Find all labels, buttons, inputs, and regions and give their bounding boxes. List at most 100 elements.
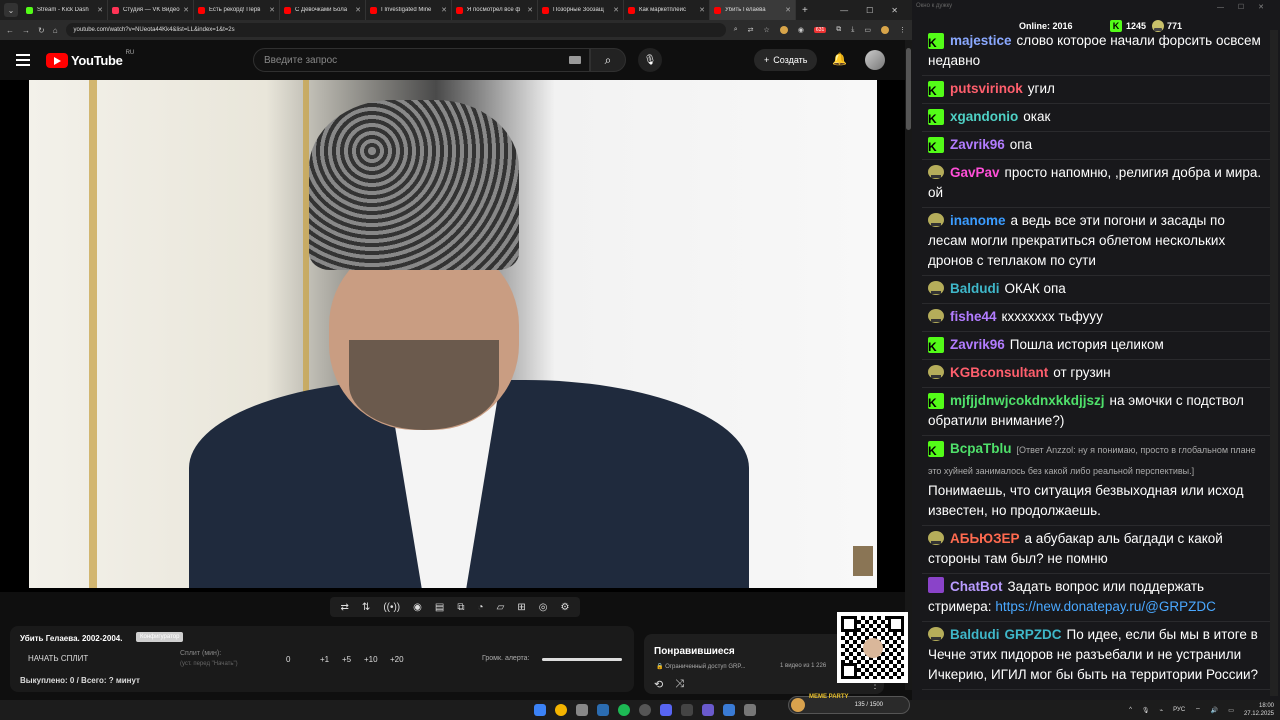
chat-username[interactable]: Baldudi [950, 627, 1000, 642]
chat-username[interactable]: KGBconsultant [950, 365, 1048, 380]
translate-icon[interactable]: ⇄ [748, 26, 754, 34]
chrome-icon[interactable] [555, 704, 567, 716]
speed-gauge-icon[interactable]: ◔ [478, 602, 484, 613]
steam-icon[interactable] [597, 704, 609, 716]
keyboard-icon[interactable] [569, 56, 581, 64]
app-icon[interactable] [744, 704, 756, 716]
video-player[interactable] [0, 80, 905, 592]
split-increment-button[interactable]: +5 [342, 655, 351, 664]
tab-close-icon[interactable]: ✕ [269, 6, 275, 14]
settings-gear-icon[interactable]: ⚙ [560, 602, 569, 613]
page-scrollbar[interactable] [905, 40, 912, 690]
crop-icon[interactable]: ▱ [497, 602, 505, 613]
network-icon[interactable]: ⌁ [1160, 707, 1164, 714]
chat-scrollbar[interactable] [1270, 30, 1278, 696]
eye-icon[interactable]: ◉ [413, 602, 422, 613]
app-icon[interactable] [723, 704, 735, 716]
obs-icon[interactable] [639, 704, 651, 716]
clock[interactable]: 18:00 27.12.2025 [1244, 702, 1274, 718]
loop-icon[interactable]: ⇄ [341, 602, 349, 613]
scrollbar-thumb[interactable] [906, 48, 911, 130]
volume-icon[interactable]: 🔊 [1211, 707, 1218, 714]
browser-tab[interactable]: I Investigated Mine ✕ [366, 0, 452, 20]
microphone-tray-icon[interactable]: 🎙 [1142, 707, 1150, 714]
app-icon[interactable] [681, 704, 693, 716]
extension-icon[interactable]: ◉ [798, 26, 804, 34]
split-increment-button[interactable]: +20 [390, 655, 404, 664]
wifi-icon[interactable]: ⌔ [1195, 706, 1201, 714]
chat-username[interactable]: BcpaTblu [950, 441, 1012, 456]
download-icon[interactable]: ⤓ [851, 26, 854, 34]
browser-tab[interactable]: Я посмотрел все ф ✕ [452, 0, 538, 20]
browser-tab[interactable]: С Девочками Бола ✕ [280, 0, 366, 20]
tab-close-icon[interactable]: ✕ [441, 6, 447, 14]
search-button[interactable]: ⌕ [590, 48, 626, 72]
chat-username[interactable]: putsvirinok [950, 81, 1023, 96]
chat-window-controls[interactable]: — ☐ ✕ [1217, 3, 1270, 11]
back-icon[interactable]: ← [6, 26, 14, 35]
url-field[interactable]: youtube.com/watch?v=NUeota44Kk4&list=LL&… [65, 23, 726, 37]
chat-username[interactable]: majestice [950, 33, 1012, 48]
split-view-icon[interactable]: ▭ [864, 26, 871, 34]
battery-icon[interactable]: ▭ [1228, 707, 1234, 714]
bookmark-star-icon[interactable]: ☆ [764, 26, 770, 34]
film-icon[interactable]: ▤ [435, 602, 444, 613]
chat-link[interactable]: https://new.donatepay.ru/@GRPZDC [995, 599, 1216, 614]
start-windows-icon[interactable] [534, 704, 546, 716]
chat-username[interactable]: Baldudi [950, 281, 1000, 296]
broadcast-icon[interactable]: ((•)) [383, 602, 400, 613]
forward-icon[interactable]: → [22, 26, 30, 35]
split-increment-button[interactable]: +10 [364, 655, 378, 664]
sort-icon[interactable]: ⇅ [362, 602, 370, 613]
playlist-title[interactable]: Понравившиеся [654, 646, 735, 657]
new-tab-button[interactable]: + [802, 5, 808, 16]
tab-close-icon[interactable]: ✕ [699, 6, 705, 14]
account-avatar[interactable] [865, 50, 885, 70]
picture-in-picture-icon[interactable]: ⧉ [457, 602, 464, 613]
split-increment-button[interactable]: +1 [320, 655, 329, 664]
tab-close-icon[interactable]: ✕ [97, 6, 103, 14]
browser-tab[interactable]: Как маркетплейс ✕ [624, 0, 710, 20]
extension-icon[interactable] [779, 26, 788, 34]
maximize-icon[interactable]: ☐ [866, 6, 873, 15]
chat-username[interactable]: mjfjjdnwjcokdnxkkdjjszj [950, 393, 1105, 408]
shuffle-icon[interactable]: ⤨ [675, 678, 684, 691]
browser-tab[interactable]: Есть рекорд! Перв ✕ [194, 0, 280, 20]
reload-icon[interactable]: ↻ [38, 26, 45, 35]
chat-username[interactable]: Zavrik96 [950, 137, 1005, 152]
extensions-puzzle-icon[interactable]: ⧉ [836, 26, 841, 34]
configurator-badge[interactable]: Конфигуратор [136, 632, 184, 642]
chat-username[interactable]: Zavrik96 [950, 337, 1005, 352]
search-input[interactable]: Введите запрос [253, 48, 590, 72]
add-frame-icon[interactable]: ⊞ [517, 602, 525, 613]
create-button[interactable]: + Создать [754, 49, 818, 71]
home-icon[interactable]: ⌂ [53, 26, 58, 35]
repeat-icon[interactable]: ⟲ [654, 678, 663, 691]
tab-close-icon[interactable]: ✕ [183, 6, 189, 14]
chat-username[interactable]: ChatBot [950, 579, 1003, 594]
chat-username[interactable]: АБЬЮЗЕР [950, 531, 1020, 546]
camera-icon[interactable]: ◎ [539, 602, 548, 613]
browser-tab[interactable]: Stream - Kick Dash ✕ [22, 0, 108, 20]
language-indicator[interactable]: РУС [1173, 707, 1185, 713]
search-taskbar-icon[interactable] [576, 704, 588, 716]
youtube-logo[interactable]: YouTube RU [46, 50, 134, 68]
chat-username[interactable]: xgandonio [950, 109, 1018, 124]
app-icon[interactable] [702, 704, 714, 716]
alert-volume-slider[interactable] [542, 658, 622, 661]
chat-username[interactable]: GavPav [950, 165, 1000, 180]
search-page-icon[interactable]: ⌕ [734, 26, 738, 34]
tab-search-icon[interactable]: ⌄ [4, 3, 18, 17]
browser-tab[interactable]: Убить Гелаева ✕ [710, 0, 796, 20]
end-screen-thumbnail[interactable] [853, 546, 873, 576]
voice-search-button[interactable]: 🎙 [638, 48, 662, 72]
tab-close-icon[interactable]: ✕ [527, 6, 533, 14]
tab-close-icon[interactable]: ✕ [355, 6, 361, 14]
chat-username[interactable]: fishe44 [950, 309, 997, 324]
browser-tab[interactable]: Позорные Зоозащ ✕ [538, 0, 624, 20]
spotify-icon[interactable] [618, 704, 630, 716]
tab-close-icon[interactable]: ✕ [613, 6, 619, 14]
start-split-button[interactable]: НАЧАТЬ СПЛИТ [28, 654, 88, 663]
chat-username[interactable]: inanome [950, 213, 1006, 228]
discord-icon[interactable] [660, 704, 672, 716]
